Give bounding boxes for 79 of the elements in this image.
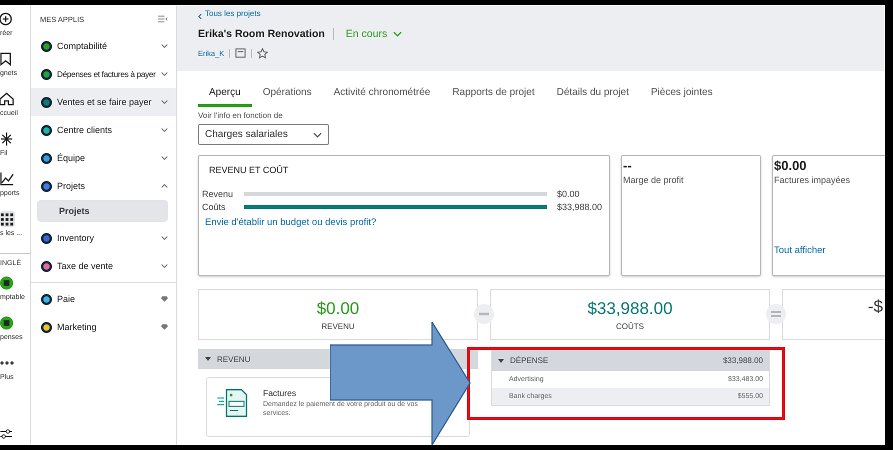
view-dropdown[interactable]: Charges salariales xyxy=(198,124,329,145)
chevron-icon xyxy=(161,127,168,133)
app-dot-icon xyxy=(0,275,15,291)
chevron-icon xyxy=(161,71,168,77)
sidebar-item[interactable]: Marketing xyxy=(31,313,176,341)
chevron-icon xyxy=(161,155,168,161)
section-title: REVENU xyxy=(217,354,250,364)
app-dot-icon xyxy=(41,40,52,52)
tab[interactable]: Rapports de projet xyxy=(441,81,546,107)
summary-label: COÛTS xyxy=(616,322,644,330)
tab[interactable]: Opérations xyxy=(252,81,323,107)
chevron-icon xyxy=(161,43,168,49)
expense-header-row[interactable]: DÉPENSE $33,988.00 xyxy=(492,350,769,371)
caret-icon[interactable] xyxy=(205,357,211,361)
bar-amount: $0.00 xyxy=(557,188,580,198)
app-dot-icon xyxy=(41,68,52,80)
chevron-icon xyxy=(161,263,168,269)
sidebar-item[interactable]: Ventes et se faire payer xyxy=(31,88,176,116)
collapse-menu-icon[interactable] xyxy=(158,15,168,23)
card-title: REVENU ET COÛT xyxy=(208,165,290,175)
caret-icon[interactable] xyxy=(498,358,504,362)
bar-label: Coûts xyxy=(201,202,227,212)
bar-amount: $33,988.00 xyxy=(557,202,602,212)
summary-label: REVENU xyxy=(321,322,355,330)
budget-link[interactable]: Envie d'établir un budget ou devis profit? xyxy=(199,217,609,228)
chevron-icon xyxy=(393,31,402,37)
app-dot-icon xyxy=(41,232,52,244)
diamond-icon xyxy=(161,324,168,330)
sidebar-subitem[interactable]: Projets xyxy=(37,200,168,222)
bar-label: Revenu xyxy=(201,188,234,198)
summary-amount: -$ xyxy=(868,297,883,317)
tab[interactable]: Détails du projet xyxy=(546,81,640,107)
back-link[interactable]: Tous les projets xyxy=(205,9,261,23)
app-dot-icon xyxy=(41,96,52,108)
app-dot-icon xyxy=(41,152,52,164)
section-title: DÉPENSE xyxy=(510,356,548,365)
sidebar-item[interactable]: Inventory xyxy=(31,224,176,252)
sliders-icon[interactable] xyxy=(0,429,14,439)
home-icon xyxy=(0,91,15,107)
sidebar-item[interactable]: Projets xyxy=(31,172,176,200)
chevron-icon xyxy=(161,99,168,105)
back-chevron-icon[interactable] xyxy=(198,12,202,20)
app-dot-icon xyxy=(0,315,15,331)
sidebar-item[interactable]: Comptabilité xyxy=(31,32,176,60)
app-dot-icon xyxy=(41,260,52,272)
summary-amount: $33,988.00 xyxy=(587,298,673,318)
see-all-link[interactable]: Tout afficher xyxy=(774,245,885,256)
app-dot-icon xyxy=(41,180,52,192)
sidebar-item[interactable]: Paie xyxy=(31,285,176,313)
unpaid-amount: $0.00 xyxy=(774,158,808,173)
diamond-icon xyxy=(161,296,168,302)
sidebar-item[interactable]: Équipe xyxy=(31,144,176,172)
app-dot-icon xyxy=(41,322,52,332)
line-chart-icon xyxy=(0,171,15,187)
chevron-icon xyxy=(161,235,168,241)
sidebar-item[interactable]: Taxe de vente xyxy=(31,252,176,280)
star-icon[interactable] xyxy=(257,48,268,58)
chevron-icon xyxy=(161,183,168,189)
profit-margin-value: -- xyxy=(623,158,633,173)
snowflake-icon xyxy=(0,131,15,147)
unpaid-label: Factures impayées xyxy=(774,175,852,185)
chevron-icon xyxy=(313,132,322,138)
tab[interactable]: Aperçu xyxy=(198,81,252,107)
tab[interactable]: Pièces jointes xyxy=(640,81,724,107)
profit-margin-label: Marge de profit xyxy=(623,175,685,185)
sidebar-item[interactable]: Dépenses et factures à payer xyxy=(31,60,176,88)
sidebar-item[interactable]: Centre clients xyxy=(31,116,176,144)
app-dot-icon xyxy=(41,124,52,136)
equals-icon xyxy=(766,304,786,324)
minus-icon xyxy=(474,304,494,324)
grid-icon xyxy=(0,211,15,227)
field-label: Voir l'info en fonction de xyxy=(198,111,284,120)
app-dot-icon xyxy=(41,294,52,304)
tab[interactable]: Activité chronométrée xyxy=(322,81,442,107)
note-icon[interactable] xyxy=(235,48,246,58)
project-title: Erika's Room Renovation xyxy=(198,28,325,40)
invoice-title: Factures xyxy=(263,388,298,398)
section-total: $33,988.00 xyxy=(722,356,763,365)
summary-amount: $0.00 xyxy=(316,298,360,318)
